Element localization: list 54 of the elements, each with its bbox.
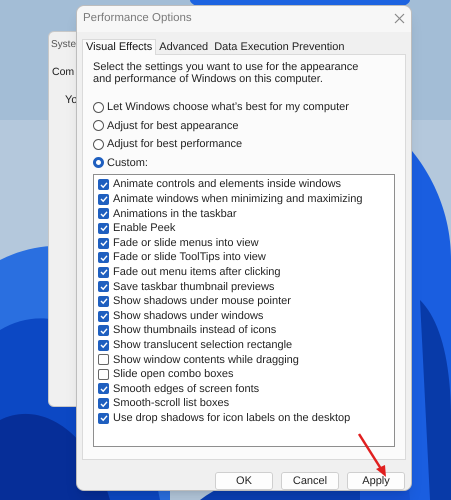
radio-button[interactable] [93, 138, 104, 150]
checkbox[interactable] [98, 238, 109, 249]
checkbox[interactable] [98, 296, 109, 307]
checkbox[interactable] [98, 383, 109, 394]
checkbox-label[interactable]: Animate windows when minimizing and maximizing [113, 191, 362, 208]
close-icon[interactable] [394, 13, 405, 24]
checkbox[interactable] [98, 340, 109, 351]
checkbox[interactable] [98, 208, 109, 220]
window-title: Performance Options [83, 11, 192, 26]
tab[interactable]: Com [52, 65, 74, 81]
checkbox-label[interactable]: Smooth-scroll list boxes [113, 395, 230, 412]
annotation-arrow [357, 432, 389, 478]
checkbox-label[interactable]: Show thumbnails instead of icons [113, 322, 276, 339]
radio-label[interactable]: Custom: [107, 154, 148, 172]
radio-button[interactable] [93, 157, 104, 168]
checkbox-label[interactable]: Show shadows under windows [113, 308, 264, 324]
checkbox[interactable] [98, 222, 109, 234]
checkbox[interactable] [98, 354, 109, 366]
checkbox[interactable] [98, 325, 109, 336]
checkbox[interactable] [98, 412, 109, 424]
checkbox-label[interactable]: Fade or slide menus into view [113, 234, 259, 252]
checkbox-label[interactable]: Show shadows under mouse pointer [113, 293, 291, 310]
description: Select the settings you want to use for the appearance and performance of Windows on this computer. [93, 60, 360, 86]
checkbox[interactable] [98, 252, 109, 264]
radio-label[interactable]: Adjust for best performance [107, 136, 242, 153]
checkbox-label[interactable]: Use drop shadows for icon labels on the desktop [113, 410, 350, 426]
checkbox[interactable] [98, 368, 109, 380]
checkbox-label[interactable]: Fade out menu items after clicking [113, 264, 281, 280]
checkbox-label[interactable]: Show translucent selection rectangle [113, 336, 292, 354]
checkbox[interactable] [98, 398, 109, 410]
checkbox[interactable] [98, 281, 109, 292]
checkbox[interactable] [98, 194, 109, 205]
checkbox-label[interactable]: Show window contents while dragging [113, 352, 299, 368]
checkbox[interactable] [98, 266, 109, 278]
checkbox-label[interactable]: Animate controls and elements inside windows [113, 176, 342, 193]
checkbox-label[interactable]: Animations in the taskbar [113, 206, 237, 222]
dialog-button[interactable]: Cancel [281, 472, 339, 490]
checkbox-label[interactable]: Enable Peek [113, 220, 176, 237]
checkbox-label[interactable]: Slide open combo boxes [113, 366, 234, 383]
checkbox-label[interactable]: Smooth edges of screen fonts [113, 380, 260, 398]
tab[interactable]: Advanced [156, 40, 212, 54]
checkbox[interactable] [98, 179, 109, 190]
tab[interactable]: Data Execution Prevention [211, 40, 348, 54]
radio-label[interactable]: Let Windows choose what’s best for my computer [107, 99, 349, 116]
radio-button[interactable] [93, 102, 104, 113]
radio-button[interactable] [93, 120, 104, 132]
checkbox-label[interactable]: Save taskbar thumbnail previews [113, 278, 274, 296]
dialog-button[interactable]: OK [215, 472, 273, 490]
dialog-button[interactable]: Apply [347, 472, 405, 490]
checkbox[interactable] [98, 310, 109, 322]
window-title: Syste [51, 38, 76, 52]
checkbox-label[interactable]: Fade or slide ToolTips into view [113, 249, 266, 266]
tab[interactable]: Visual Effects [82, 38, 156, 55]
radio-label[interactable]: Adjust for best appearance [107, 118, 238, 134]
